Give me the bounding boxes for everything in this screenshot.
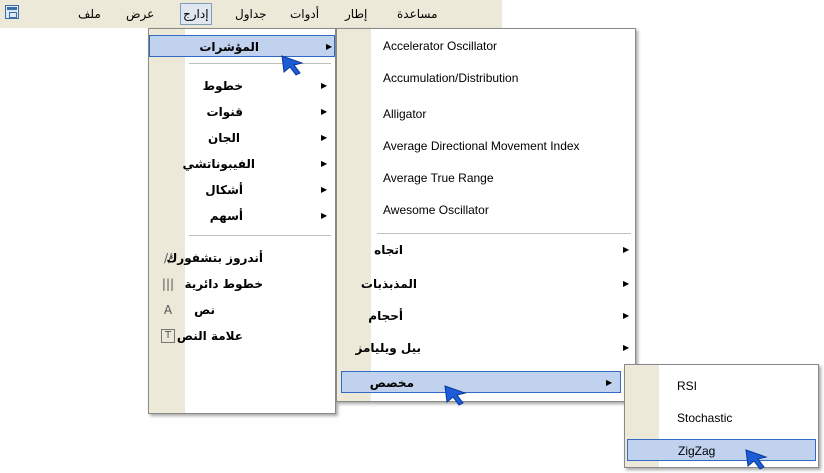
submenu-arrow-icon: ▶ [606, 378, 613, 387]
insert-item-label: خطوط دائرية [184, 277, 263, 291]
submenu-arrow-icon: ▶ [623, 343, 630, 352]
indicator-label: Accumulation/Distribution [383, 71, 519, 85]
indicator-submenu-bill-williams[interactable]: بيل ويليامز ▶ [337, 337, 635, 359]
insert-item-label: قنوات [206, 105, 243, 119]
insert-item-andrews-pitchfork[interactable]: // أندروز بتشفورك [149, 247, 335, 269]
cursor-arrow-icon [281, 55, 304, 76]
indicator-item[interactable]: Accumulation/Distribution [337, 67, 635, 89]
insert-item-label: أشكال [205, 183, 243, 197]
insert-item-label: أندروز بتشفورك [166, 251, 263, 265]
submenu-arrow-icon: ▶ [623, 311, 630, 320]
insert-item-label: الجان [207, 131, 240, 145]
indicator-label: أحجام [368, 309, 403, 323]
indicator-item[interactable]: Average Directional Movement Index [337, 135, 635, 157]
indicator-label: Alligator [383, 107, 427, 121]
indicator-submenu-volumes[interactable]: أحجام ▶ [337, 305, 635, 327]
custom-item-stochastic[interactable]: Stochastic [625, 407, 818, 429]
insert-item-cycle-lines[interactable]: ||| خطوط دائرية [149, 273, 335, 295]
indicator-label: المذبذبات [360, 277, 417, 291]
indicator-submenu-trend[interactable]: اتجاه ▶ [337, 239, 635, 261]
indicator-item[interactable]: Average True Range [337, 167, 635, 189]
submenu-arrow-icon: ▶ [623, 279, 630, 288]
custom-item-label: RSI [677, 379, 698, 393]
insert-item-label: خطوط [202, 79, 243, 93]
indicator-item[interactable]: Alligator [337, 103, 635, 125]
submenu-arrow-icon: ▶ [321, 81, 328, 90]
menu-tools[interactable]: أدوات [288, 4, 321, 24]
indicator-label: Average Directional Movement Index [383, 139, 580, 153]
menu-separator [189, 63, 331, 64]
indicator-item[interactable]: Awesome Oscillator [337, 199, 635, 221]
custom-menu: RSI Stochastic ZigZag [624, 364, 819, 468]
insert-item-channels[interactable]: قنوات ▶ [149, 101, 335, 123]
menu-bar: مساعدة إطار أدوات جداول إدارج عرض ملف [0, 0, 502, 28]
menu-help[interactable]: مساعدة [395, 4, 440, 24]
custom-item-label: ZigZag [678, 444, 716, 458]
indicator-label: Accelerator Oscillator [383, 39, 498, 53]
custom-item-label: Stochastic [677, 411, 733, 425]
menu-insert[interactable]: إدارج [180, 3, 212, 25]
submenu-arrow-icon: ▶ [321, 211, 328, 220]
submenu-arrow-icon: ▶ [321, 159, 328, 168]
insert-item-text[interactable]: A نص [149, 299, 335, 321]
insert-item-label: الفيبوناتشي [182, 157, 255, 171]
indicators-menu: Accelerator Oscillator Accumulation/Dist… [336, 28, 636, 402]
text-label-icon: T [161, 329, 175, 343]
menu-separator [189, 235, 331, 236]
indicator-item[interactable]: Accelerator Oscillator [337, 35, 635, 57]
indicator-label: اتجاه [374, 243, 403, 257]
insert-item-lines[interactable]: خطوط ▶ [149, 75, 335, 97]
menu-view[interactable]: عرض [124, 4, 156, 24]
submenu-arrow-icon: ▶ [321, 133, 328, 142]
insert-item-label: أسهم [209, 209, 243, 223]
custom-item-rsi[interactable]: RSI [625, 375, 818, 397]
chart-window-icon[interactable] [5, 5, 19, 19]
insert-item-arrows[interactable]: أسهم ▶ [149, 205, 335, 227]
insert-item-label: المؤشرات [199, 40, 259, 54]
insert-item-gann[interactable]: الجان ▶ [149, 127, 335, 149]
indicator-label: Awesome Oscillator [383, 203, 489, 217]
menu-charts[interactable]: جداول [233, 4, 269, 24]
indicator-label: مخصص [369, 376, 414, 390]
submenu-arrow-icon: ▶ [321, 107, 328, 116]
menu-separator [377, 233, 631, 234]
insert-item-label: علامة النص [176, 329, 243, 343]
indicator-label: Average True Range [383, 171, 494, 185]
custom-item-zigzag[interactable]: ZigZag [627, 439, 816, 461]
submenu-arrow-icon: ▶ [623, 245, 630, 254]
indicator-submenu-oscillators[interactable]: المذبذبات ▶ [337, 273, 635, 295]
submenu-arrow-icon: ▶ [326, 42, 333, 51]
menu-file[interactable]: ملف [76, 4, 103, 24]
insert-item-label: نص [194, 303, 215, 317]
menu-window[interactable]: إطار [343, 4, 369, 24]
cycle-lines-icon: ||| [161, 277, 175, 291]
insert-item-shapes[interactable]: أشكال ▶ [149, 179, 335, 201]
insert-item-text-label[interactable]: T علامة النص [149, 325, 335, 347]
submenu-arrow-icon: ▶ [321, 185, 328, 194]
indicator-label: بيل ويليامز [355, 341, 421, 355]
cursor-arrow-icon [745, 449, 768, 470]
insert-item-fibonacci[interactable]: الفيبوناتشي ▶ [149, 153, 335, 175]
insert-menu: المؤشرات ▶ خطوط ▶ قنوات ▶ الجان ▶ الفيبو… [148, 28, 336, 414]
indicator-item-custom[interactable]: مخصص ▶ [341, 371, 621, 393]
text-icon: A [163, 303, 173, 317]
cursor-arrow-icon [444, 385, 467, 406]
